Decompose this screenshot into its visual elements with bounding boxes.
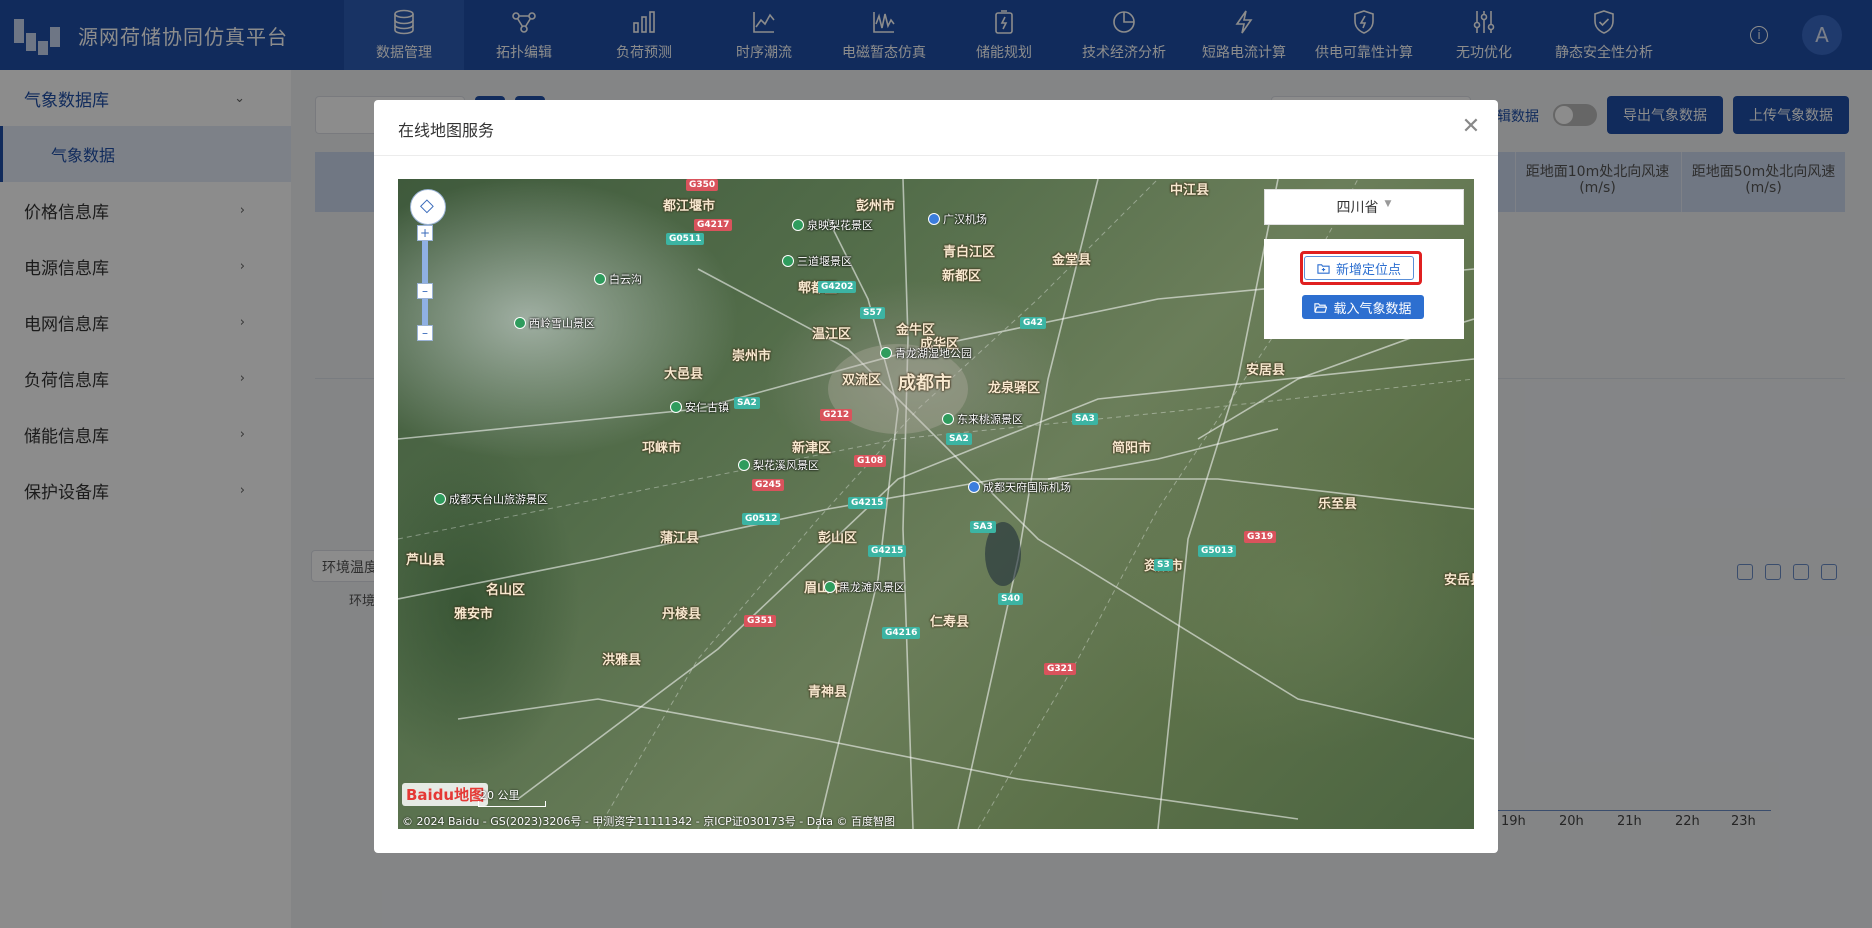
map-city-label: 安居县 bbox=[1246, 363, 1286, 378]
highway-shield: G351 bbox=[744, 615, 777, 627]
baidu-map-logo: Baidu地图 bbox=[402, 783, 489, 806]
folder-open-icon bbox=[1314, 302, 1328, 313]
highway-shield: S40 bbox=[998, 593, 1024, 605]
close-icon[interactable]: ✕ bbox=[1458, 114, 1484, 140]
map-poi[interactable]: 黑龙滩风景区 bbox=[824, 579, 905, 595]
highway-shield: G350 bbox=[686, 179, 719, 191]
scale-bar bbox=[478, 801, 546, 807]
map-city-label: 洪雅县 bbox=[602, 653, 642, 668]
map-city-label: 双流区 bbox=[842, 373, 882, 388]
map-city-label: 温江区 bbox=[812, 327, 852, 342]
map-city-label: 金堂县 bbox=[1052, 253, 1092, 268]
map-poi[interactable]: 梨花溪风景区 bbox=[738, 457, 819, 473]
highway-shield: G5013 bbox=[1198, 545, 1237, 557]
map-city-label: 青白江区 bbox=[943, 245, 996, 260]
map-city-label: 青神县 bbox=[808, 685, 848, 700]
map-poi[interactable]: 安仁古镇 bbox=[670, 399, 729, 415]
highway-shield: G0512 bbox=[742, 513, 781, 525]
map-city-label: 乐至县 bbox=[1318, 497, 1358, 512]
zoom-out-button[interactable]: – bbox=[417, 325, 433, 341]
map-poi[interactable]: 东来桃源景区 bbox=[942, 411, 1023, 427]
dialog-title: 在线地图服务 bbox=[398, 121, 495, 140]
province-select[interactable]: 四川省 ▼ bbox=[1264, 189, 1464, 225]
map-city-label: 崇州市 bbox=[732, 349, 772, 364]
highway-shield: G4216 bbox=[882, 627, 921, 639]
map-city-label: 安岳县 bbox=[1444, 573, 1474, 588]
map-city-label: 彭山区 bbox=[818, 531, 858, 546]
map-city-label: 丹棱县 bbox=[662, 607, 702, 622]
zoom-handle[interactable]: – bbox=[417, 283, 433, 299]
highway-shield: G245 bbox=[752, 479, 785, 491]
highway-shield: G212 bbox=[820, 409, 853, 421]
province-value: 四川省 bbox=[1336, 200, 1379, 216]
pan-control[interactable] bbox=[410, 189, 446, 225]
map-poi[interactable]: 青龙湖湿地公园 bbox=[880, 345, 972, 361]
map-city-label: 都江堰市 bbox=[663, 199, 716, 214]
map-city-label: 雅安市 bbox=[454, 607, 494, 622]
highway-shield: G108 bbox=[854, 455, 887, 467]
satellite-map[interactable]: 都江堰市 彭州市 青白江区 新都区 金堂县 中江县 郫都区 温江区 金牛区 成华… bbox=[398, 179, 1474, 829]
caret-down-icon: ▼ bbox=[1384, 199, 1392, 209]
map-city-label: 简阳市 bbox=[1112, 441, 1152, 456]
map-copyright: © 2024 Baidu - GS(2023)3206号 - 甲测资字11111… bbox=[402, 815, 896, 828]
highway-shield: SA2 bbox=[946, 433, 972, 445]
map-poi-airport[interactable]: 广汉机场 bbox=[928, 211, 987, 227]
map-poi[interactable]: 西岭雪山景区 bbox=[514, 315, 595, 331]
map-city-label: 彭州市 bbox=[856, 199, 896, 214]
map-poi[interactable]: 泉映梨花景区 bbox=[792, 217, 873, 233]
dialog-header: 在线地图服务 ✕ bbox=[374, 100, 1498, 156]
highway-shield: G321 bbox=[1044, 663, 1077, 675]
zoom-in-button[interactable]: + bbox=[417, 225, 433, 241]
highway-shield: G42 bbox=[1020, 317, 1046, 329]
map-city-label: 龙泉驿区 bbox=[988, 381, 1041, 396]
highway-shield: SA3 bbox=[970, 521, 996, 533]
map-action-panel: 新增定位点 载入气象数据 bbox=[1264, 239, 1464, 339]
add-location-label: 新增定位点 bbox=[1335, 262, 1401, 278]
load-weather-button[interactable]: 载入气象数据 bbox=[1302, 295, 1424, 319]
add-location-button[interactable]: 新增定位点 bbox=[1304, 256, 1414, 280]
map-city-label: 名山区 bbox=[486, 583, 526, 598]
map-city-label: 大邑县 bbox=[664, 367, 704, 382]
map-poi[interactable]: 白云沟 bbox=[594, 271, 642, 287]
map-city-label: 新都区 bbox=[942, 269, 982, 284]
highway-shield: G319 bbox=[1244, 531, 1277, 543]
map-city-label: 芦山县 bbox=[406, 553, 446, 568]
online-map-dialog: 在线地图服务 ✕ 都江堰市 彭州市 青白江区 新都区 金堂县 中江县 温江区 金… bbox=[374, 100, 1498, 853]
map-poi[interactable]: 成都天台山旅游景区 bbox=[434, 491, 548, 507]
map-city-label: 中江县 bbox=[1170, 183, 1210, 198]
add-folder-icon bbox=[1317, 263, 1330, 274]
highway-shield: G4215 bbox=[868, 545, 907, 557]
map-poi-airport[interactable]: 成都天府国际机场 bbox=[968, 479, 1071, 495]
highway-shield: G4215 bbox=[848, 497, 887, 509]
load-weather-label: 载入气象数据 bbox=[1333, 301, 1412, 317]
highway-shield: SA2 bbox=[734, 397, 760, 409]
map-poi[interactable]: 三道堰景区 bbox=[782, 253, 852, 269]
highway-shield: SA3 bbox=[1072, 413, 1098, 425]
map-city-label: 仁寿县 bbox=[930, 615, 970, 630]
map-city-label: 蒲江县 bbox=[660, 531, 700, 546]
highway-shield: G4217 bbox=[694, 219, 733, 231]
map-city-label: 新津区 bbox=[792, 441, 832, 456]
highway-shield: G4202 bbox=[818, 281, 857, 293]
map-city-label: 成都市 bbox=[898, 373, 952, 394]
highway-shield: G0511 bbox=[666, 233, 705, 245]
map-city-label: 邛崃市 bbox=[642, 441, 682, 456]
highway-shield: S3 bbox=[1154, 559, 1173, 571]
highway-shield: S57 bbox=[860, 307, 886, 319]
